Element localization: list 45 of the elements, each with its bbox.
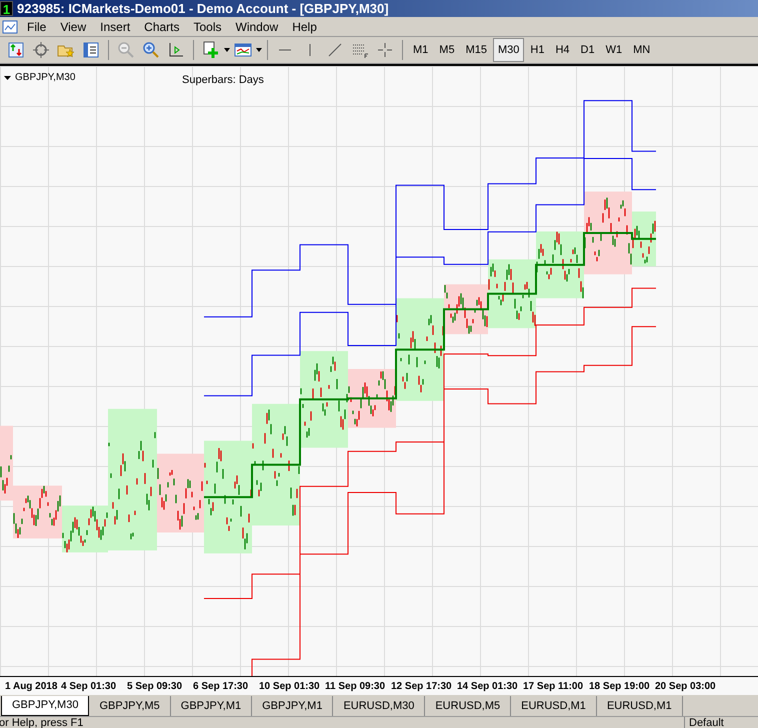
timeframe-button[interactable]: M30 (492, 38, 524, 62)
chart-tab[interactable]: EURUSD,M1 (596, 696, 683, 716)
timeframe-button[interactable]: M15 (460, 38, 492, 62)
time-axis-label: 18 Sep 19:00 (588, 680, 651, 694)
time-axis-label: 1 Aug 2018 (4, 680, 58, 694)
time-axis-label: 5 Sep 09:30 (126, 680, 184, 694)
timeframe-button[interactable]: M1 (408, 38, 434, 62)
timeframe-button[interactable]: W1 (600, 38, 628, 62)
chart-window-icon (2, 18, 18, 34)
timeframe-button[interactable]: H1 (525, 38, 550, 62)
timeframe-button[interactable]: H4 (550, 38, 574, 62)
caret-icon (256, 48, 262, 52)
time-axis-label: 4 Sep 01:30 (60, 680, 118, 694)
window-title: 923985: ICMarkets-Demo01 - Demo Account - [GBPJPY,M30] (17, 0, 389, 18)
menu-item[interactable]: Tools (186, 18, 229, 36)
chart-tab[interactable]: GBPJPY,M5 (89, 696, 171, 716)
time-axis-label: 14 Sep 01:30 (456, 680, 519, 694)
status-profile: Default (684, 717, 758, 728)
chart-tab[interactable]: GBPJPY,M1 (252, 696, 334, 716)
timeframe-button[interactable]: MN (628, 38, 656, 62)
chart-tab[interactable]: EURUSD,M1 (511, 696, 597, 716)
time-axis-label: 20 Sep 03:00 (654, 680, 717, 694)
menu-item[interactable]: Charts (137, 18, 186, 36)
time-axis-label: 17 Sep 11:00 (522, 680, 584, 694)
time-axis-label: 6 Sep 17:30 (192, 680, 250, 694)
menu-item[interactable]: Help (285, 18, 324, 36)
dropdown-triangle-icon (4, 76, 11, 80)
caret-icon (224, 48, 230, 52)
indicator-label: Superbars: Days (182, 73, 264, 88)
chart-tab[interactable]: EURUSD,M5 (425, 696, 512, 716)
menu-item[interactable]: File (20, 18, 54, 36)
menu-item[interactable]: View (53, 18, 94, 36)
chart-tab[interactable]: GBPJPY,M1 (170, 696, 252, 716)
menu-item[interactable]: Insert (93, 18, 138, 36)
chart-symbol: GBPJPY,M30 (15, 71, 76, 85)
menu-item[interactable]: Window (228, 18, 286, 36)
time-axis-label: 11 Sep 09:30 (324, 680, 386, 694)
chart-tab[interactable]: GBPJPY,M30 (1, 696, 90, 716)
superbar (488, 259, 536, 328)
time-axis-label: 12 Sep 17:30 (390, 680, 453, 694)
chart-tab[interactable]: EURUSD,M30 (333, 696, 426, 716)
app-icon: 1 (0, 1, 13, 16)
time-axis-label: 10 Sep 01:30 (258, 680, 321, 694)
timeframe-button[interactable]: D1 (576, 38, 600, 62)
timeframe-button[interactable]: M5 (434, 38, 460, 62)
